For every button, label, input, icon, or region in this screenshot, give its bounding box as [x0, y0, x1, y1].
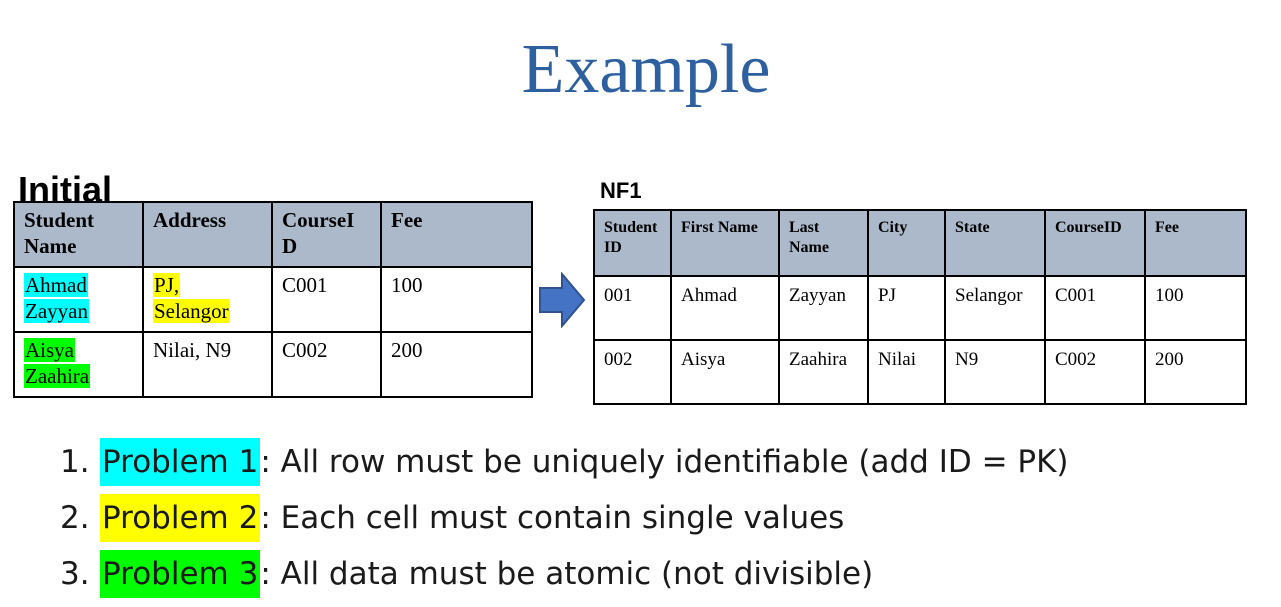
highlight-green: Aisya	[24, 338, 75, 362]
cell-student-name: Ahmad Zayyan	[13, 266, 144, 333]
header-city: City	[867, 209, 946, 277]
right-arrow-icon	[539, 272, 586, 328]
header-state: State	[944, 209, 1046, 277]
slide-title: Example	[521, 31, 771, 108]
cell-first-name: Aisya	[670, 339, 780, 405]
table-row: 002 Aisya Zaahira Nilai N9 C002 200	[593, 339, 1247, 405]
highlight-cyan: Ahmad	[24, 273, 88, 297]
nf1-table-label: NF1	[600, 178, 642, 203]
header-student-name: Student Name	[13, 201, 144, 268]
nf1-table: Student ID First Name Last Name City Sta…	[593, 209, 1247, 405]
cell-student-id: 002	[593, 339, 672, 405]
cell-address: Nilai, N9	[142, 331, 273, 398]
header-course-id: CourseI D	[271, 201, 382, 268]
table-row: 001 Ahmad Zayyan PJ Selangor C001 100	[593, 275, 1247, 341]
table-row: Ahmad Zayyan PJ, Selangor C001 100	[13, 266, 533, 333]
problem-text: : All row must be uniquely identifiable …	[260, 444, 1069, 480]
problem-tag-yellow: Problem 2	[100, 494, 261, 542]
cell-last-name: Zaahira	[778, 339, 869, 405]
problem-text: : All data must be atomic (not divisible…	[260, 556, 874, 592]
cell-fee: 100	[380, 266, 533, 333]
cell-fee: 200	[380, 331, 533, 398]
table-row: Aisya Zaahira Nilai, N9 C002 200	[13, 331, 533, 398]
header-first-name: First Name	[670, 209, 780, 277]
header-address: Address	[142, 201, 273, 268]
cell-address: PJ, Selangor	[142, 266, 273, 333]
cell-course-id: C001	[271, 266, 382, 333]
cell-city: PJ	[867, 275, 946, 341]
problem-list: 1. Problem 1: All row must be uniquely id…	[60, 434, 1069, 602]
list-item: 1. Problem 1: All row must be uniquely id…	[60, 434, 1069, 490]
list-item: 2. Problem 2: Each cell must contain sing…	[60, 490, 1069, 546]
cell-student-name: Aisya Zaahira	[13, 331, 144, 398]
cell-course-id: C002	[1044, 339, 1146, 405]
highlight-yellow: PJ,	[153, 273, 181, 297]
highlight-yellow: Selangor	[153, 299, 230, 323]
initial-table: Student Name Address CourseI D Fee Ahmad…	[13, 201, 533, 398]
table-header-row: Student ID First Name Last Name City Sta…	[593, 209, 1247, 277]
header-fee: Fee	[380, 201, 533, 268]
cell-student-id: 001	[593, 275, 672, 341]
cell-state: N9	[944, 339, 1046, 405]
cell-city: Nilai	[867, 339, 946, 405]
table-header-row: Student Name Address CourseI D Fee	[13, 201, 533, 268]
header-student-id: Student ID	[593, 209, 672, 277]
cell-fee: 100	[1144, 275, 1247, 341]
problem-tag-green: Problem 3	[100, 550, 261, 598]
header-last-name: Last Name	[778, 209, 869, 277]
highlight-cyan: Zayyan	[24, 299, 89, 323]
list-item: 3. Problem 3: All data must be atomic (no…	[60, 546, 1069, 602]
cell-last-name: Zayyan	[778, 275, 869, 341]
problem-tag-cyan: Problem 1	[100, 438, 261, 486]
cell-first-name: Ahmad	[670, 275, 780, 341]
cell-fee: 200	[1144, 339, 1247, 405]
cell-course-id: C001	[1044, 275, 1146, 341]
list-number: 3.	[60, 556, 90, 592]
cell-state: Selangor	[944, 275, 1046, 341]
list-number: 1.	[60, 444, 90, 480]
list-number: 2.	[60, 500, 90, 536]
cell-course-id: C002	[271, 331, 382, 398]
header-fee: Fee	[1144, 209, 1247, 277]
highlight-green: Zaahira	[24, 364, 91, 388]
header-course-id: CourseID	[1044, 209, 1146, 277]
problem-text: : Each cell must contain single values	[260, 500, 845, 536]
